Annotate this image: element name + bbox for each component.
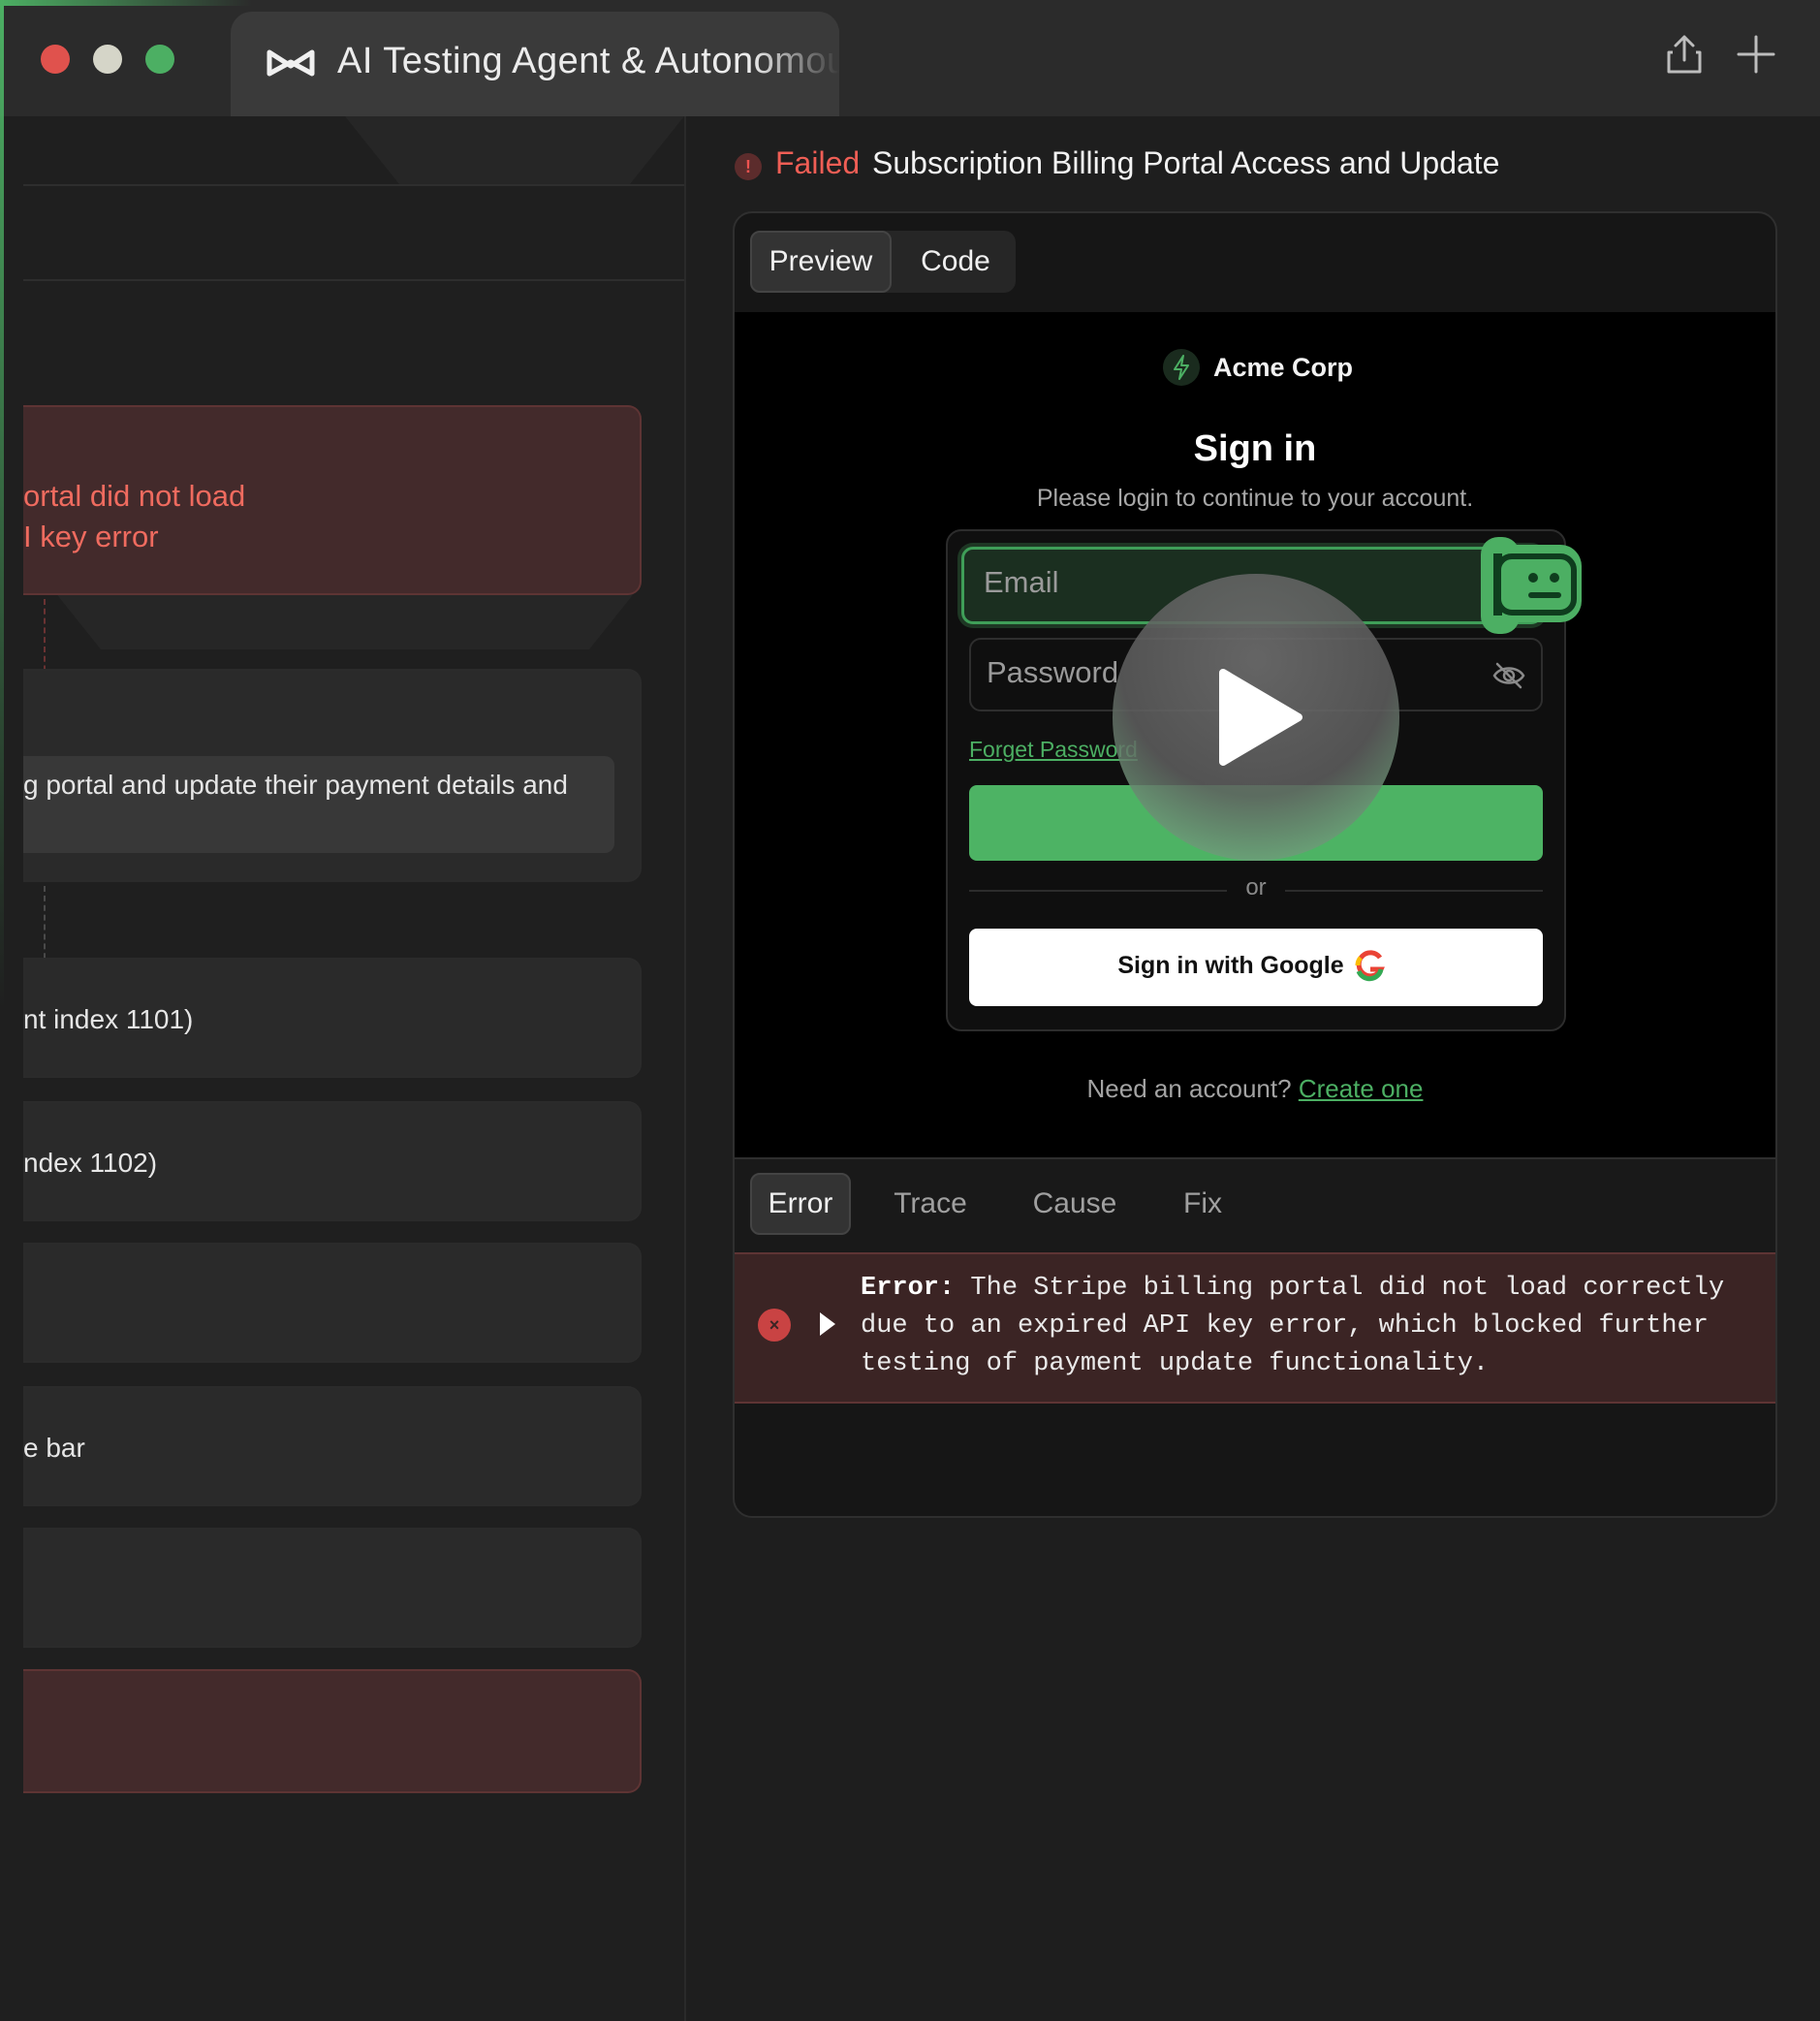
expand-caret-icon[interactable] bbox=[820, 1312, 835, 1336]
signin-title: Sign in bbox=[1193, 428, 1317, 469]
new-tab-icon[interactable] bbox=[1735, 33, 1777, 76]
tab-trace[interactable]: Trace bbox=[870, 1173, 990, 1235]
step-text: nt index 1101) bbox=[23, 1004, 194, 1034]
google-sign-in-button[interactable]: Sign in with Google bbox=[969, 929, 1543, 1006]
failed-step-card[interactable]: ortal did not load I key error bbox=[23, 405, 642, 595]
brand-name: Acme Corp bbox=[1213, 353, 1354, 382]
minimize-window-button[interactable] bbox=[93, 45, 122, 74]
share-icon[interactable] bbox=[1663, 33, 1706, 76]
result-frame: Preview Code Acme Corp Sign in Please lo… bbox=[733, 211, 1777, 1518]
step-text: e bar bbox=[23, 1433, 85, 1463]
play-icon bbox=[1219, 669, 1302, 766]
or-divider: or bbox=[1245, 874, 1267, 900]
google-button-label: Sign in with Google bbox=[1117, 952, 1344, 979]
close-window-button[interactable] bbox=[41, 45, 70, 74]
tab-cause[interactable]: Cause bbox=[1012, 1173, 1138, 1235]
browser-tab[interactable]: AI Testing Agent & Autonomous bbox=[231, 12, 839, 116]
error-close-icon: × bbox=[758, 1309, 791, 1342]
test-title: Subscription Billing Portal Access and U… bbox=[872, 145, 1500, 180]
maximize-window-button[interactable] bbox=[145, 45, 174, 74]
tab-fix[interactable]: Fix bbox=[1159, 1173, 1246, 1235]
result-tabs: Error Trace Cause Fix bbox=[735, 1157, 1775, 1252]
step-text: ndex 1102) bbox=[23, 1148, 158, 1178]
eye-off-icon[interactable] bbox=[1491, 657, 1527, 694]
failed-status-icon: ! bbox=[735, 153, 762, 180]
password-placeholder: Password bbox=[987, 655, 1119, 689]
step-card[interactable] bbox=[23, 1243, 642, 1363]
tab-error[interactable]: Error bbox=[750, 1173, 851, 1235]
step-card[interactable]: e bar bbox=[23, 1386, 642, 1506]
preview-area: Acme Corp Sign in Please login to contin… bbox=[735, 312, 1775, 1157]
step-card[interactable]: nt index 1101) bbox=[23, 958, 642, 1078]
error-message: Error: The Stripe billing portal did not… bbox=[861, 1274, 1725, 1378]
email-placeholder: Email bbox=[984, 565, 1059, 599]
accent-glow bbox=[0, 0, 252, 6]
step-card[interactable] bbox=[23, 1528, 642, 1648]
need-account-text: Need an account? Create one bbox=[1086, 1074, 1424, 1103]
step-card[interactable]: ndex 1102) bbox=[23, 1101, 642, 1221]
failed-step-line-2: I key error bbox=[23, 520, 159, 553]
test-steps-panel: ortal did not load I key error g portal … bbox=[0, 116, 684, 2021]
failed-step-line-1: ortal did not load bbox=[23, 479, 246, 513]
signin-subtitle: Please login to continue to your account… bbox=[1036, 485, 1474, 512]
description-text: g portal and update their payment detail… bbox=[23, 770, 568, 800]
forgot-password-link[interactable]: Forget Password bbox=[969, 737, 1138, 763]
status-badge: Failed bbox=[775, 145, 861, 180]
failed-step-card[interactable] bbox=[23, 1669, 642, 1793]
tab-preview[interactable]: Preview bbox=[750, 231, 892, 293]
play-video-button[interactable] bbox=[1113, 574, 1399, 861]
google-icon bbox=[1355, 950, 1385, 982]
create-account-link[interactable]: Create one bbox=[1299, 1074, 1424, 1103]
lightning-icon bbox=[1163, 349, 1200, 386]
description-card: g portal and update their payment detail… bbox=[23, 669, 642, 882]
agent-robot-icon bbox=[1481, 537, 1582, 634]
app-logo-icon bbox=[267, 49, 315, 77]
tab-code[interactable]: Code bbox=[895, 231, 1016, 293]
description-textarea[interactable]: g portal and update their payment detail… bbox=[23, 756, 614, 853]
error-panel: × Error: The Stripe billing portal did n… bbox=[735, 1252, 1775, 1404]
view-toggle: Preview Code bbox=[750, 231, 1016, 293]
